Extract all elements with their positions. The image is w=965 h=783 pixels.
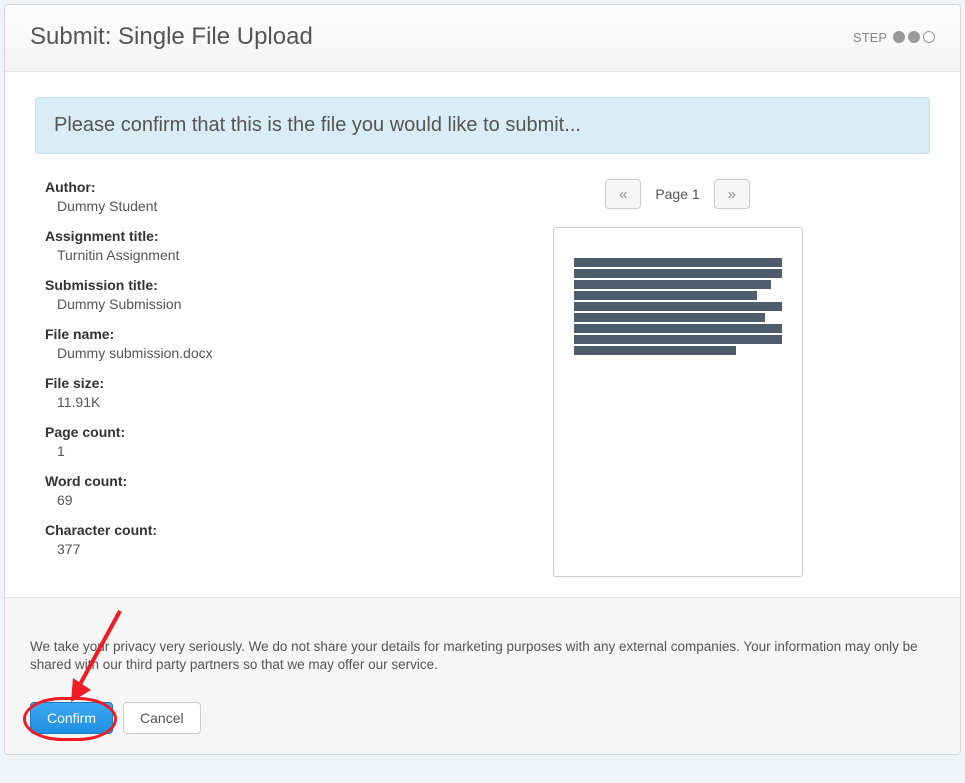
meta-assignment-label: Assignment title: [45, 228, 395, 244]
meta-submission-value: Dummy Submission [45, 296, 395, 312]
meta-wordcount: Word count: 69 [45, 473, 395, 508]
step-dot-3 [923, 31, 935, 43]
step-dot-2 [908, 31, 920, 43]
confirm-banner: Please confirm that this is the file you… [35, 97, 930, 154]
pager-label: Page 1 [655, 186, 699, 202]
step-indicator: STEP [853, 30, 935, 45]
preview-line [574, 269, 782, 278]
meta-filename-value: Dummy submission.docx [45, 345, 395, 361]
privacy-text: We take your privacy very seriously. We … [30, 638, 935, 674]
preview-line [574, 302, 782, 311]
panel-header: Submit: Single File Upload STEP [5, 5, 960, 72]
page-title: Submit: Single File Upload [30, 23, 313, 51]
preview-column: « Page 1 » [435, 179, 920, 577]
meta-submission: Submission title: Dummy Submission [45, 277, 395, 312]
meta-submission-label: Submission title: [45, 277, 395, 293]
meta-pagecount-value: 1 [45, 443, 395, 459]
meta-column: Author: Dummy Student Assignment title: … [45, 179, 395, 577]
step-dot-1 [893, 31, 905, 43]
meta-pagecount-label: Page count: [45, 424, 395, 440]
chevron-left-icon: « [619, 186, 627, 203]
meta-filename: File name: Dummy submission.docx [45, 326, 395, 361]
step-label: STEP [853, 30, 887, 45]
meta-wordcount-value: 69 [45, 492, 395, 508]
step-dots [893, 31, 935, 43]
preview-line [574, 258, 782, 267]
meta-wordcount-label: Word count: [45, 473, 395, 489]
preview-line [574, 324, 782, 333]
meta-assignment: Assignment title: Turnitin Assignment [45, 228, 395, 263]
submit-panel: Submit: Single File Upload STEP Please c… [4, 4, 961, 755]
meta-filesize-label: File size: [45, 375, 395, 391]
meta-filesize-value: 11.91K [45, 394, 395, 410]
meta-author-label: Author: [45, 179, 395, 195]
cancel-button[interactable]: Cancel [123, 702, 201, 734]
meta-filename-label: File name: [45, 326, 395, 342]
content-row: Author: Dummy Student Assignment title: … [35, 179, 930, 577]
preview-line [574, 291, 757, 300]
meta-charcount: Character count: 377 [45, 522, 395, 557]
preview-line [574, 335, 782, 344]
button-row: Confirm Cancel [30, 702, 935, 734]
preview-line [574, 346, 736, 355]
pager-prev-button[interactable]: « [605, 179, 641, 209]
panel-footer: We take your privacy very seriously. We … [5, 597, 960, 754]
pager-next-button[interactable]: » [714, 179, 750, 209]
meta-author-value: Dummy Student [45, 198, 395, 214]
preview-line [574, 313, 765, 322]
confirm-button[interactable]: Confirm [30, 702, 113, 734]
meta-author: Author: Dummy Student [45, 179, 395, 214]
meta-charcount-value: 377 [45, 541, 395, 557]
preview-line [574, 280, 772, 289]
panel-body: Please confirm that this is the file you… [5, 72, 960, 597]
meta-pagecount: Page count: 1 [45, 424, 395, 459]
pager: « Page 1 » [605, 179, 749, 209]
chevron-right-icon: » [728, 186, 736, 203]
meta-charcount-label: Character count: [45, 522, 395, 538]
meta-assignment-value: Turnitin Assignment [45, 247, 395, 263]
meta-filesize: File size: 11.91K [45, 375, 395, 410]
page-preview [553, 227, 803, 577]
